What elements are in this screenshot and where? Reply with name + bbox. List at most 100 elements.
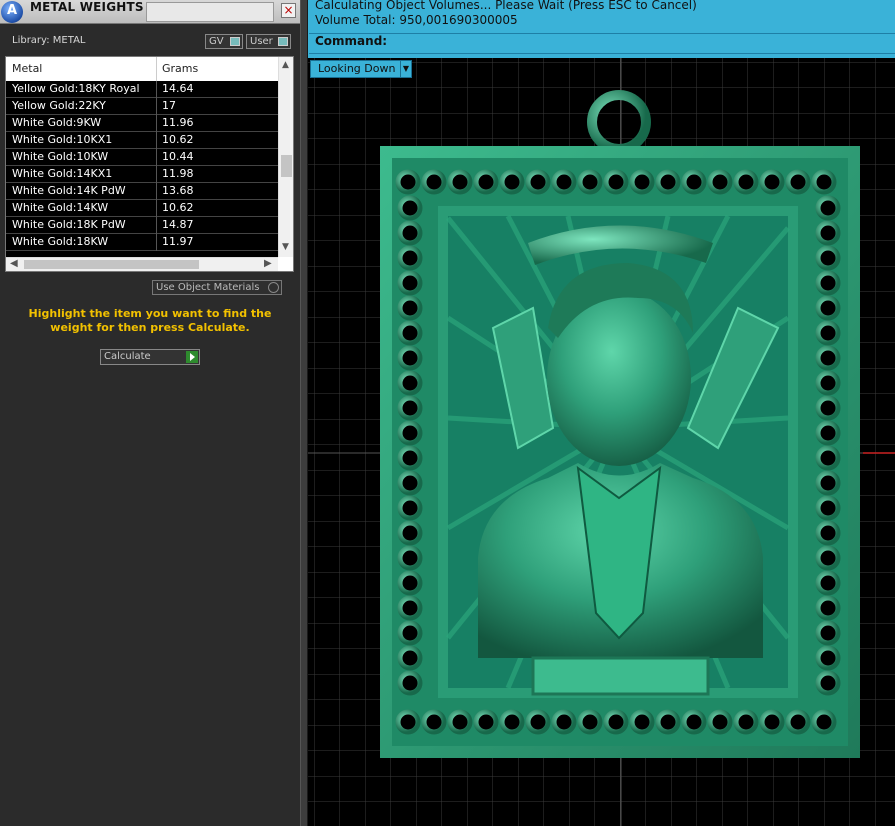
frame-hole [397, 595, 423, 621]
3d-viewport[interactable] [308, 58, 895, 826]
frame-hole [815, 470, 841, 496]
table-row[interactable]: White Gold:18KW 11.97 [6, 234, 278, 251]
scroll-left-icon[interactable]: ◀ [10, 258, 18, 269]
frame-hole [815, 195, 841, 221]
table-header: Metal Grams [6, 57, 278, 82]
frame-hole [397, 245, 423, 271]
frame-hole [499, 169, 525, 195]
frame-hole [815, 220, 841, 246]
frame-hole [815, 670, 841, 696]
user-toggle[interactable]: User [246, 34, 291, 49]
frame-hole [815, 295, 841, 321]
metal-cell: Yellow Gold:22KY [12, 99, 106, 112]
scroll-up-icon[interactable]: ▲ [282, 60, 289, 70]
frame-hole [815, 320, 841, 346]
table-vertical-scrollbar[interactable]: ▲ ▼ [278, 57, 293, 257]
metal-table: Metal Grams Yellow Gold:18KY Royal 14.64 … [5, 56, 294, 272]
view-dropdown[interactable]: Looking Down ▼ [310, 60, 412, 78]
table-row[interactable]: White Gold:14K PdW 13.68 [6, 183, 278, 200]
metal-cell: White Gold:14KX1 [12, 167, 113, 180]
radio-indicator-icon [268, 282, 279, 293]
frame-hole [395, 169, 421, 195]
table-row[interactable]: White Gold:9KW 11.96 [6, 115, 278, 132]
frame-hole [655, 709, 681, 735]
gv-toggle[interactable]: GV [205, 34, 243, 49]
chevron-down-icon[interactable]: ▼ [400, 61, 411, 77]
column-header-grams[interactable]: Grams [162, 62, 198, 75]
table-row[interactable]: White Gold:14KW 10.62 [6, 200, 278, 217]
frame-hole [397, 420, 423, 446]
frame-hole [473, 169, 499, 195]
frame-hole [707, 709, 733, 735]
frame-hole [397, 220, 423, 246]
panel-title: METAL WEIGHTS [30, 0, 144, 14]
frame-hole [525, 169, 551, 195]
close-button[interactable]: × [281, 3, 296, 18]
toggle-indicator-icon [278, 37, 288, 46]
frame-hole [397, 370, 423, 396]
frame-hole [815, 270, 841, 296]
table-row[interactable]: White Gold:14KX1 11.98 [6, 166, 278, 183]
scroll-thumb[interactable] [281, 155, 292, 177]
frame-hole [811, 709, 837, 735]
grams-cell: 13.68 [162, 184, 194, 197]
grams-cell: 14.64 [162, 82, 194, 95]
frame-hole [525, 709, 551, 735]
pendant-portrait-icon[interactable] [380, 90, 860, 758]
status-line-2: Volume Total: 950,001690300005 [315, 13, 518, 27]
grams-cell: 11.98 [162, 167, 194, 180]
instruction-text: Highlight the item you want to find the … [28, 307, 272, 334]
frame-hole [397, 495, 423, 521]
table-row[interactable]: Yellow Gold:22KY 17 [6, 98, 278, 115]
command-input-bar[interactable] [309, 33, 895, 54]
status-line-1: Calculating Object Volumes... Please Wai… [315, 0, 697, 12]
grams-cell: 10.62 [162, 133, 194, 146]
table-horizontal-scrollbar[interactable]: ◀ ▶ [6, 257, 278, 271]
frame-hole [397, 570, 423, 596]
use-object-materials-toggle[interactable]: Use Object Materials [152, 280, 282, 295]
frame-hole [655, 169, 681, 195]
frame-hole [397, 345, 423, 371]
grams-cell: 14.87 [162, 218, 194, 231]
scroll-down-icon[interactable]: ▼ [282, 242, 289, 252]
table-row[interactable]: Yellow Gold:18KY Royal 14.64 [6, 81, 278, 98]
play-icon [186, 351, 198, 363]
use-object-materials-label: Use Object Materials [156, 282, 260, 293]
frame-hole [551, 709, 577, 735]
frame-hole [811, 169, 837, 195]
scroll-thumb[interactable] [24, 260, 199, 269]
gv-toggle-label: GV [209, 36, 224, 47]
frame-hole [815, 445, 841, 471]
frame-hole [815, 620, 841, 646]
frame-hole [447, 709, 473, 735]
table-row[interactable]: White Gold:18K PdW 14.87 [6, 217, 278, 234]
metal-cell: White Gold:14K PdW [12, 184, 126, 197]
frame-hole [577, 169, 603, 195]
frame-hole [815, 495, 841, 521]
grams-cell: 10.62 [162, 201, 194, 214]
table-row[interactable]: White Gold:10KW 10.44 [6, 149, 278, 166]
frame-hole [733, 709, 759, 735]
frame-hole [397, 620, 423, 646]
table-rows: Yellow Gold:18KY Royal 14.64 Yellow Gold:… [6, 81, 278, 251]
frame-hole [759, 709, 785, 735]
frame-hole [759, 169, 785, 195]
table-row[interactable]: White Gold:10KX1 10.62 [6, 132, 278, 149]
frame-hole [629, 709, 655, 735]
frame-hole [447, 169, 473, 195]
toggle-indicator-icon [230, 37, 240, 46]
metal-weights-panel: METAL WEIGHTS × Library: METAL GV User M… [0, 0, 300, 826]
frame-hole [397, 545, 423, 571]
frame-hole [603, 709, 629, 735]
calculate-label: Calculate [104, 351, 151, 362]
panel-tab-area [146, 2, 274, 22]
metal-cell: White Gold:14KW [12, 201, 109, 214]
panel-titlebar: METAL WEIGHTS × [0, 0, 300, 24]
panel-splitter[interactable] [300, 0, 308, 826]
grams-cell: 11.96 [162, 116, 194, 129]
frame-hole [577, 709, 603, 735]
scroll-right-icon[interactable]: ▶ [264, 258, 272, 269]
column-header-metal[interactable]: Metal [12, 62, 42, 75]
calculate-button[interactable]: Calculate [100, 349, 200, 365]
viewport-canvas [308, 58, 895, 826]
